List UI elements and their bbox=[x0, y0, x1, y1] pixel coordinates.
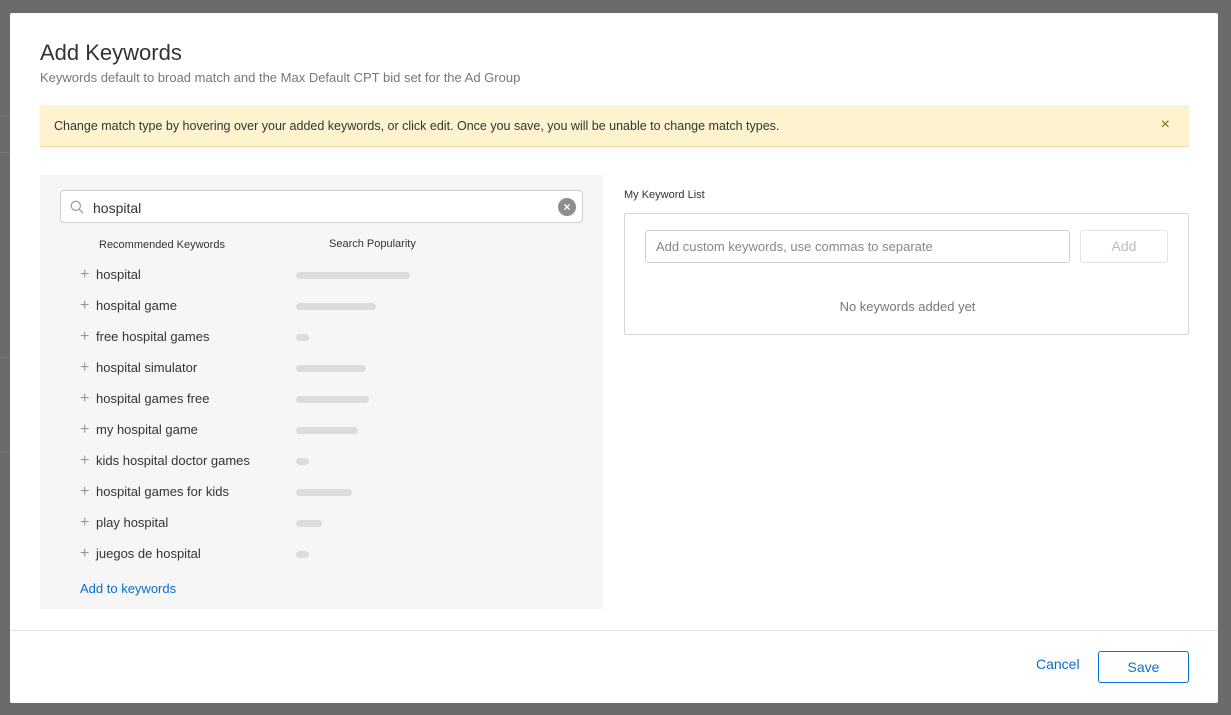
popularity-bar bbox=[296, 396, 369, 403]
close-icon[interactable]: × bbox=[1161, 117, 1170, 133]
save-button[interactable]: Save bbox=[1098, 651, 1189, 683]
keyword-row[interactable]: + hospital games free bbox=[80, 390, 600, 410]
add-keywords-modal: Add Keywords Keywords default to broad m… bbox=[10, 13, 1218, 703]
plus-icon[interactable]: + bbox=[80, 298, 89, 314]
empty-list-message: No keywords added yet bbox=[839, 299, 976, 314]
background-divider bbox=[0, 452, 10, 453]
cancel-button[interactable]: Cancel bbox=[1036, 656, 1080, 672]
keyword-row[interactable]: + my hospital game bbox=[80, 421, 600, 441]
background-divider bbox=[0, 116, 10, 117]
search-icon bbox=[70, 200, 84, 214]
keyword-row[interactable]: + juegos de hospital bbox=[80, 545, 600, 565]
plus-icon[interactable]: + bbox=[80, 391, 89, 407]
add-button[interactable]: Add bbox=[1080, 230, 1168, 263]
popularity-bar bbox=[296, 334, 309, 341]
keyword-label: hospital simulator bbox=[96, 360, 198, 375]
recommended-keywords-header: Recommended Keywords bbox=[99, 239, 225, 251]
plus-icon[interactable]: + bbox=[80, 515, 89, 531]
popularity-bar bbox=[296, 365, 366, 372]
keyword-row[interactable]: + free hospital games bbox=[80, 328, 600, 348]
popularity-bar bbox=[296, 272, 410, 279]
footer-divider bbox=[10, 630, 1218, 631]
keyword-label: kids hospital doctor games bbox=[96, 453, 250, 468]
plus-icon[interactable]: + bbox=[80, 360, 89, 376]
add-to-keywords-link[interactable]: Add to keywords bbox=[80, 581, 176, 596]
keyword-label: hospital games for kids bbox=[96, 484, 229, 499]
background-divider bbox=[0, 357, 10, 358]
my-keyword-list: Add No keywords added yet bbox=[624, 213, 1189, 335]
keyword-label: free hospital games bbox=[96, 329, 210, 344]
modal-subtitle: Keywords default to broad match and the … bbox=[40, 70, 521, 85]
keyword-row[interactable]: + hospital simulator bbox=[80, 359, 600, 379]
plus-icon[interactable]: + bbox=[80, 422, 89, 438]
custom-keywords-input[interactable] bbox=[645, 230, 1070, 263]
search-popularity-header: Search Popularity bbox=[329, 238, 416, 250]
plus-icon[interactable]: + bbox=[80, 267, 89, 283]
popularity-bar bbox=[296, 427, 358, 434]
keyword-label: hospital bbox=[96, 267, 141, 282]
keyword-row[interactable]: + kids hospital doctor games bbox=[80, 452, 600, 472]
popularity-bar bbox=[296, 458, 309, 465]
keyword-search-input[interactable]: hospital × bbox=[60, 190, 583, 223]
keyword-row[interactable]: + play hospital bbox=[80, 514, 600, 534]
popularity-bar bbox=[296, 551, 309, 558]
search-value: hospital bbox=[93, 200, 142, 216]
my-keyword-list-label: My Keyword List bbox=[624, 189, 705, 201]
keyword-label: play hospital bbox=[96, 515, 169, 530]
keyword-label: juegos de hospital bbox=[96, 546, 201, 561]
popularity-bar bbox=[296, 489, 352, 496]
background-divider bbox=[0, 152, 10, 153]
banner-text: Change match type by hovering over your … bbox=[54, 119, 780, 133]
keyword-label: hospital game bbox=[96, 298, 177, 313]
recommended-keywords-panel: hospital × Recommended Keywords Search P… bbox=[40, 175, 603, 609]
popularity-bar bbox=[296, 520, 322, 527]
keyword-label: my hospital game bbox=[96, 422, 198, 437]
clear-icon[interactable]: × bbox=[558, 198, 576, 216]
keyword-row[interactable]: + hospital games for kids bbox=[80, 483, 600, 503]
keyword-label: hospital games free bbox=[96, 391, 210, 406]
popularity-bar bbox=[296, 303, 376, 310]
plus-icon[interactable]: + bbox=[80, 484, 89, 500]
plus-icon[interactable]: + bbox=[80, 329, 89, 345]
modal-title: Add Keywords bbox=[40, 40, 182, 65]
keyword-row[interactable]: + hospital bbox=[80, 266, 600, 286]
info-banner: Change match type by hovering over your … bbox=[40, 105, 1189, 147]
plus-icon[interactable]: + bbox=[80, 453, 89, 469]
plus-icon[interactable]: + bbox=[80, 546, 89, 562]
keyword-row[interactable]: + hospital game bbox=[80, 297, 600, 317]
